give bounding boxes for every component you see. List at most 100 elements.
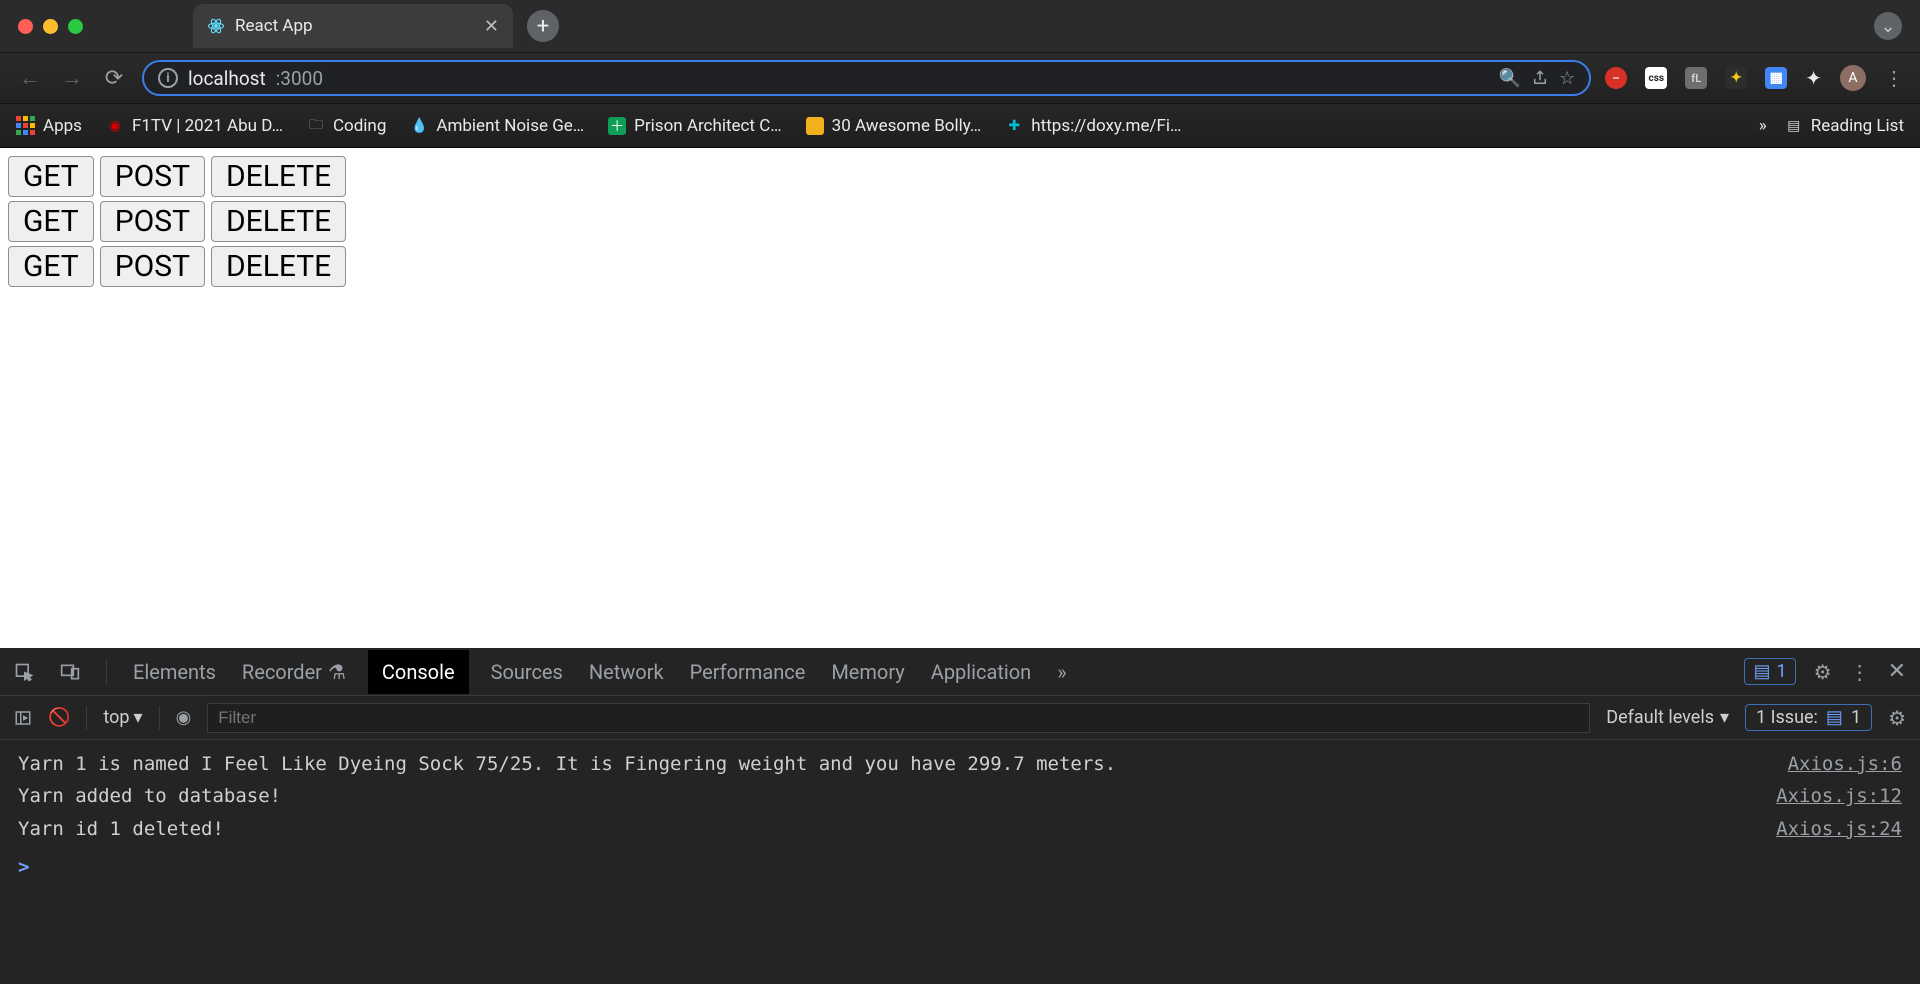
console-log-row: Yarn id 1 deleted! Axios.js:24: [18, 813, 1902, 845]
tab-title: React App: [235, 16, 313, 36]
devtools-menu-icon[interactable]: ⋮: [1850, 660, 1870, 684]
traffic-lights: [18, 19, 83, 34]
console-prompt[interactable]: >: [18, 845, 1902, 883]
devtools-panel: Elements Recorder⚗ Console Sources Netwo…: [0, 648, 1920, 984]
devtools-tab-memory[interactable]: Memory: [831, 660, 904, 684]
issues-badge[interactable]: 1 Issue: ▤ 1: [1745, 704, 1872, 731]
zoom-window-button[interactable]: [68, 19, 83, 34]
url-port: :3000: [276, 67, 323, 90]
flask-icon: ⚗: [328, 660, 346, 684]
get-button[interactable]: GET: [8, 201, 94, 242]
bookmark-label: F1TV | 2021 Abu D…: [132, 116, 283, 136]
devtools-close-icon[interactable]: ✕: [1888, 659, 1906, 684]
devtools-settings-icon[interactable]: ⚙: [1814, 660, 1832, 684]
delete-button[interactable]: DELETE: [211, 201, 346, 242]
devtools-tab-console[interactable]: Console: [368, 650, 469, 694]
log-source-link[interactable]: Axios.js:6: [1788, 748, 1902, 780]
extension-calendar-icon[interactable]: ▦: [1765, 67, 1787, 89]
site-info-icon[interactable]: i: [158, 68, 178, 88]
log-message: Yarn added to database!: [18, 780, 1776, 812]
get-button[interactable]: GET: [8, 246, 94, 287]
bookmark-item[interactable]: 💧 Ambient Noise Ge…: [410, 116, 584, 136]
get-button[interactable]: GET: [8, 156, 94, 197]
apps-shortcut[interactable]: Apps: [16, 116, 82, 136]
execution-context-selector[interactable]: top ▾: [103, 707, 142, 728]
console-message-badge[interactable]: ▤ 1: [1744, 658, 1795, 685]
extensions-menu-icon[interactable]: ✦: [1805, 66, 1822, 90]
bookmark-label: https://doxy.me/Fi…: [1031, 116, 1181, 136]
back-button[interactable]: ←: [16, 65, 44, 91]
post-button[interactable]: POST: [100, 156, 205, 197]
devtools-tab-application[interactable]: Application: [931, 660, 1031, 684]
console-message-count: 1: [1777, 661, 1787, 682]
reading-list-label: Reading List: [1811, 116, 1904, 136]
bookmark-label: Coding: [333, 116, 386, 136]
new-tab-button[interactable]: +: [527, 10, 559, 42]
bookmarks-overflow-icon[interactable]: »: [1759, 116, 1767, 136]
console-settings-icon[interactable]: ⚙: [1888, 706, 1906, 730]
chrome-menu-icon[interactable]: ⋮: [1884, 66, 1904, 90]
extension-fl-icon[interactable]: fL: [1685, 67, 1707, 89]
browser-tab[interactable]: React App ✕: [193, 4, 513, 48]
extension-adblock-icon[interactable]: [1605, 67, 1627, 89]
devtools-tab-sources[interactable]: Sources: [491, 660, 563, 684]
bookmark-label: Prison Architect C…: [634, 116, 781, 136]
url-host: localhost: [188, 67, 266, 90]
chat-icon: ▤: [1826, 707, 1843, 728]
log-levels-selector[interactable]: Default levels ▾: [1606, 707, 1729, 728]
log-source-link[interactable]: Axios.js:12: [1776, 780, 1902, 812]
close-window-button[interactable]: [18, 19, 33, 34]
live-expression-icon[interactable]: ◉: [176, 707, 192, 728]
console-log-area: Yarn 1 is named I Feel Like Dyeing Sock …: [0, 740, 1920, 984]
bookmark-item[interactable]: ◉ F1TV | 2021 Abu D…: [106, 116, 283, 136]
extension-flame-icon[interactable]: ✦: [1725, 67, 1747, 89]
bookmark-favicon: 💧: [410, 117, 428, 135]
bookmark-favicon: ◉: [106, 117, 124, 135]
window-titlebar: React App ✕ + ⌄: [0, 0, 1920, 52]
bookmark-favicon: ✚: [1005, 117, 1023, 135]
button-row: GET POST DELETE: [8, 246, 1912, 287]
minimize-window-button[interactable]: [43, 19, 58, 34]
zoom-icon[interactable]: 🔍: [1499, 68, 1521, 89]
clear-console-icon[interactable]: 🚫: [48, 707, 70, 728]
log-source-link[interactable]: Axios.js:24: [1776, 813, 1902, 845]
bookmark-star-icon[interactable]: ☆: [1559, 68, 1575, 89]
address-bar[interactable]: i localhost :3000 🔍 ☆: [142, 60, 1591, 96]
extensions-row: css fL ✦ ▦ ✦ A ⋮: [1605, 65, 1904, 91]
post-button[interactable]: POST: [100, 201, 205, 242]
delete-button[interactable]: DELETE: [211, 156, 346, 197]
devtools-tab-elements[interactable]: Elements: [133, 660, 216, 684]
reading-list-button[interactable]: ▤ Reading List: [1785, 116, 1904, 136]
console-sidebar-toggle-icon[interactable]: [14, 709, 32, 727]
reading-list-icon: ▤: [1785, 117, 1803, 135]
extension-css-icon[interactable]: css: [1645, 67, 1667, 89]
bookmark-item[interactable]: 30 Awesome Bolly…: [806, 116, 982, 136]
bookmark-item[interactable]: ✚ https://doxy.me/Fi…: [1005, 116, 1181, 136]
console-filter-input[interactable]: [207, 703, 1590, 733]
inspect-element-icon[interactable]: [14, 662, 34, 682]
log-message: Yarn id 1 deleted!: [18, 813, 1776, 845]
devtools-tab-performance[interactable]: Performance: [690, 660, 806, 684]
devtools-tabs: Elements Recorder⚗ Console Sources Netwo…: [0, 648, 1920, 696]
reload-button[interactable]: ⟳: [100, 66, 128, 91]
devtools-tabs-overflow-icon[interactable]: »: [1057, 660, 1066, 684]
device-toggle-icon[interactable]: [60, 662, 80, 682]
bookmark-favicon: ＋: [608, 117, 626, 135]
react-logo-icon: [207, 17, 225, 35]
apps-grid-icon: [16, 116, 35, 135]
devtools-tab-network[interactable]: Network: [589, 660, 664, 684]
issues-count: 1: [1851, 707, 1861, 728]
close-tab-icon[interactable]: ✕: [484, 16, 499, 37]
chevron-down-icon[interactable]: ⌄: [1874, 12, 1902, 40]
levels-label: Default levels: [1606, 707, 1714, 728]
share-icon[interactable]: [1531, 69, 1549, 87]
post-button[interactable]: POST: [100, 246, 205, 287]
delete-button[interactable]: DELETE: [211, 246, 346, 287]
forward-button[interactable]: →: [58, 65, 86, 91]
bookmark-item[interactable]: ＋ Prison Architect C…: [608, 116, 781, 136]
profile-avatar[interactable]: A: [1840, 65, 1866, 91]
bookmark-item[interactable]: 🗀 Coding: [307, 116, 386, 136]
devtools-tab-recorder[interactable]: Recorder⚗: [242, 660, 346, 684]
console-log-row: Yarn 1 is named I Feel Like Dyeing Sock …: [18, 748, 1902, 780]
bookmarks-bar: Apps ◉ F1TV | 2021 Abu D… 🗀 Coding 💧 Amb…: [0, 104, 1920, 148]
